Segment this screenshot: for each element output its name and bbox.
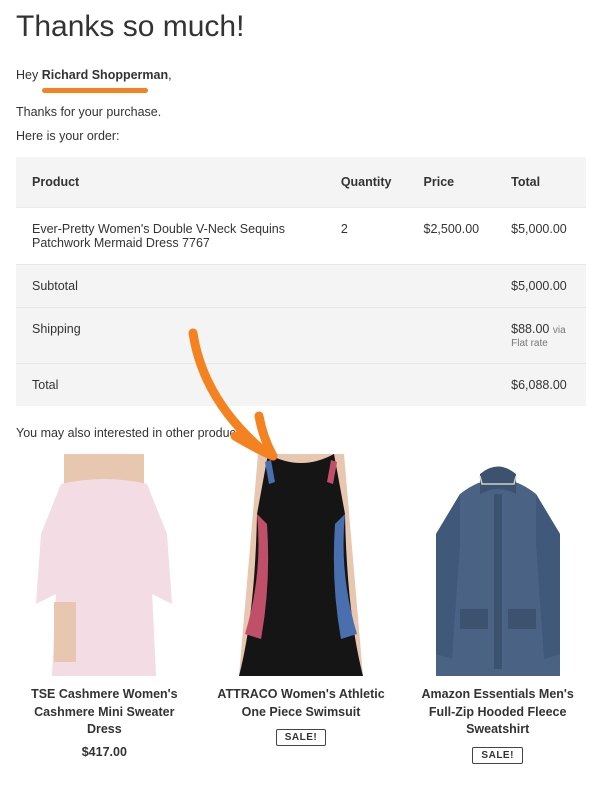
product-image bbox=[410, 454, 586, 676]
total-value: $6,088.00 bbox=[495, 364, 586, 407]
intro-line: Here is your order: bbox=[16, 129, 586, 143]
sale-badge: SALE! bbox=[472, 747, 523, 764]
cell-price: $2,500.00 bbox=[408, 208, 496, 265]
greeting-suffix: , bbox=[168, 68, 171, 82]
table-row-item: Ever-Pretty Women's Double V-Neck Sequin… bbox=[16, 208, 586, 265]
product-name: Amazon Essentials Men's Full-Zip Hooded … bbox=[409, 686, 586, 739]
subtotal-label: Subtotal bbox=[16, 265, 495, 308]
cell-qty: 2 bbox=[325, 208, 408, 265]
product-image bbox=[213, 454, 389, 676]
annotation-underline bbox=[42, 88, 148, 93]
th-price: Price bbox=[408, 157, 496, 208]
product-name: ATTRACO Women's Athletic One Piece Swims… bbox=[213, 686, 390, 721]
page-title: Thanks so much! bbox=[16, 10, 586, 44]
table-header-row: Product Quantity Price Total bbox=[16, 157, 586, 208]
order-table: Product Quantity Price Total Ever-Pretty… bbox=[16, 157, 586, 406]
product-card[interactable]: Amazon Essentials Men's Full-Zip Hooded … bbox=[409, 454, 586, 764]
customer-name: Richard Shopperman bbox=[42, 68, 168, 82]
product-grid: TSE Cashmere Women's Cashmere Mini Sweat… bbox=[16, 454, 586, 764]
th-quantity: Quantity bbox=[325, 157, 408, 208]
thanks-line: Thanks for your purchase. bbox=[16, 105, 586, 119]
greeting-line: Hey Richard Shopperman, bbox=[16, 68, 586, 82]
shipping-method: Flat rate bbox=[511, 338, 570, 349]
th-product: Product bbox=[16, 157, 325, 208]
table-row-total: Total $6,088.00 bbox=[16, 364, 586, 407]
shipping-cell: $88.00 via Flat rate bbox=[495, 308, 586, 364]
product-card[interactable]: TSE Cashmere Women's Cashmere Mini Sweat… bbox=[16, 454, 193, 764]
total-label: Total bbox=[16, 364, 495, 407]
product-price: $417.00 bbox=[16, 745, 193, 759]
subtotal-value: $5,000.00 bbox=[495, 265, 586, 308]
table-row-shipping: Shipping $88.00 via Flat rate bbox=[16, 308, 586, 364]
shipping-label: Shipping bbox=[16, 308, 495, 364]
th-total: Total bbox=[495, 157, 586, 208]
table-row-subtotal: Subtotal $5,000.00 bbox=[16, 265, 586, 308]
cell-product-name: Ever-Pretty Women's Double V-Neck Sequin… bbox=[16, 208, 325, 265]
greeting-prefix: Hey bbox=[16, 68, 42, 82]
product-name: TSE Cashmere Women's Cashmere Mini Sweat… bbox=[16, 686, 193, 739]
product-image bbox=[16, 454, 192, 676]
shipping-value: $88.00 bbox=[511, 322, 549, 336]
cell-line-total: $5,000.00 bbox=[495, 208, 586, 265]
sale-badge: SALE! bbox=[276, 729, 327, 746]
also-interested-label: You may also interested in other product… bbox=[16, 426, 586, 440]
product-card[interactable]: ATTRACO Women's Athletic One Piece Swims… bbox=[213, 454, 390, 764]
shipping-via: via bbox=[553, 325, 566, 336]
